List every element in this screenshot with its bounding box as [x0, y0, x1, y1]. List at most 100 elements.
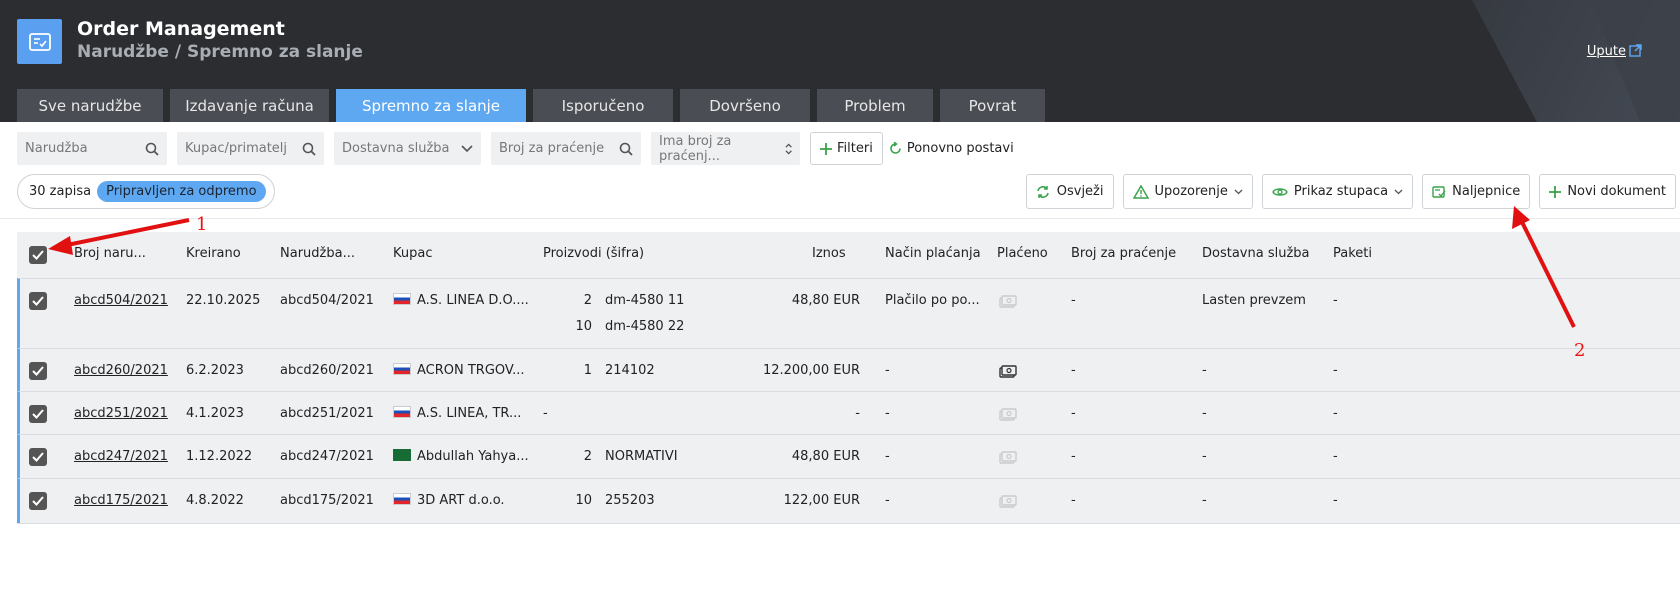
record-count-group: 30 zapisa Pripravljen za odpremo: [17, 174, 275, 209]
product-qty: 1: [583, 363, 592, 378]
col-created[interactable]: Kreirano: [186, 246, 241, 261]
select-all-checkbox[interactable]: [29, 246, 47, 264]
customer-name: ACRON TRGOV...: [417, 363, 525, 378]
filters-button[interactable]: Filteri: [810, 132, 883, 165]
payment-method: Plačilo po po...: [885, 293, 980, 308]
new-document-button[interactable]: Novi dokument: [1539, 174, 1676, 209]
order-reference: abcd251/2021: [280, 406, 374, 421]
has-tracking-label: Ima broj za praćenj...: [659, 133, 732, 164]
order-number-link[interactable]: abcd175/2021: [74, 493, 168, 508]
col-amount[interactable]: Iznos: [812, 246, 846, 261]
col-packages[interactable]: Paketi: [1333, 246, 1372, 261]
order-reference: abcd504/2021: [280, 293, 374, 308]
row-checkbox[interactable]: [29, 448, 47, 466]
packages: -: [1333, 293, 1338, 308]
order-reference: abcd260/2021: [280, 363, 374, 378]
tab-problem[interactable]: Problem: [817, 89, 933, 122]
col-products[interactable]: Proizvodi (šifra): [543, 246, 644, 261]
reset-icon: [890, 142, 901, 154]
filter-bar: Narudžba Kupac/primatelj Dostavna služba…: [17, 132, 1020, 165]
tab-return[interactable]: Povrat: [940, 89, 1045, 122]
delivery-service-select[interactable]: Dostavna služba: [334, 132, 481, 165]
has-tracking-select[interactable]: Ima broj za praćenj...: [651, 132, 800, 165]
warning-button-label: Upozorenje: [1154, 184, 1228, 199]
table-row[interactable]: abcd260/2021 6.2.2023 abcd260/2021 ACRON…: [17, 348, 1680, 391]
divider: [0, 218, 1680, 219]
tab-invoicing[interactable]: Izdavanje računa: [170, 89, 329, 122]
product-qty: 10: [575, 493, 592, 508]
row-checkbox[interactable]: [29, 492, 47, 510]
action-toolbar: Osvježi Upozorenje Prikaz stupaca Naljep…: [1017, 174, 1676, 209]
check-icon: [32, 250, 44, 260]
amount: 48,80 EUR: [791, 293, 860, 308]
app-title: Order Management: [77, 18, 285, 40]
chevron-down-icon: [1394, 189, 1403, 194]
table-row[interactable]: abcd251/2021 4.1.2023 abcd251/2021 A.S. …: [17, 391, 1680, 434]
col-tracking-number[interactable]: Broj za praćenje: [1071, 246, 1176, 261]
annotation-label-2: 2: [1574, 340, 1586, 361]
packages: -: [1333, 363, 1338, 378]
tab-ready-to-ship[interactable]: Spremno za slanje: [336, 89, 526, 122]
warning-dropdown-button[interactable]: Upozorenje: [1122, 174, 1253, 209]
search-icon: [619, 142, 633, 156]
help-link[interactable]: Upute: [1587, 44, 1626, 59]
slovenia-flag-icon: [393, 363, 411, 375]
table-row[interactable]: abcd175/2021 4.8.2022 abcd175/2021 3D AR…: [17, 478, 1680, 523]
refresh-icon: [1036, 185, 1049, 198]
slovenia-flag-icon: [393, 493, 411, 505]
tracking-search-input[interactable]: Broj za praćenje: [491, 132, 641, 165]
warning-icon: [1132, 184, 1149, 199]
external-link-icon[interactable]: [1629, 44, 1642, 57]
order-number-link[interactable]: abcd251/2021: [74, 406, 168, 421]
amount: 12.200,00 EUR: [762, 363, 860, 378]
order-search-input[interactable]: Narudžba: [17, 132, 167, 165]
check-icon: [32, 452, 44, 462]
packages: -: [1333, 449, 1338, 464]
col-paid[interactable]: Plaćeno: [997, 246, 1048, 261]
column-view-dropdown-button[interactable]: Prikaz stupaca: [1261, 174, 1414, 209]
order-number-link[interactable]: abcd504/2021: [74, 293, 168, 308]
customer-search-input[interactable]: Kupac/primatelj: [177, 132, 324, 165]
breadcrumb: Narudžbe / Spremno za slanje: [77, 42, 363, 62]
col-delivery-service[interactable]: Dostavna služba: [1202, 246, 1310, 261]
labels-button[interactable]: Naljepnice: [1422, 174, 1531, 209]
tab-delivered[interactable]: Isporučeno: [533, 89, 673, 122]
slovenia-flag-icon: [393, 293, 411, 305]
order-app-icon: [17, 19, 62, 64]
tab-all-orders[interactable]: Sve narudžbe: [17, 89, 163, 122]
row-checkbox[interactable]: [29, 292, 47, 310]
table-row[interactable]: abcd247/2021 1.12.2022 abcd247/2021 Abdu…: [17, 434, 1680, 478]
col-order-number[interactable]: Broj naru...: [74, 246, 146, 261]
tracking-number: -: [1071, 493, 1076, 508]
created-date: 4.8.2022: [186, 493, 244, 508]
payment-method: -: [885, 493, 890, 508]
tab-completed[interactable]: Dovršeno: [680, 89, 810, 122]
tracking-number: -: [1071, 363, 1076, 378]
row-checkbox[interactable]: [29, 362, 47, 380]
col-payment-method[interactable]: Način plaćanja: [885, 246, 981, 261]
reset-button[interactable]: Ponovno postavi: [883, 132, 1020, 165]
unpaid-money-icon: [999, 295, 1017, 308]
plus-icon: [1549, 185, 1562, 198]
unpaid-money-icon: [999, 408, 1017, 421]
product-qty: 2: [583, 449, 592, 464]
order-number-link[interactable]: abcd260/2021: [74, 363, 168, 378]
customer-cell: 3D ART d.o.o.: [393, 493, 505, 508]
saudi-arabia-flag-icon: [393, 449, 411, 461]
amount: -: [855, 406, 860, 421]
created-date: 4.1.2023: [186, 406, 244, 421]
delivery-service-label: Dostavna služba: [342, 141, 450, 156]
col-customer[interactable]: Kupac: [393, 246, 432, 261]
col-order[interactable]: Narudžba...: [280, 246, 355, 261]
table-row[interactable]: abcd504/2021 22.10.2025 abcd504/2021 A.S…: [17, 278, 1680, 348]
filters-button-label: Filteri: [837, 141, 873, 156]
orders-table: Broj naru... Kreirano Narudžba... Kupac …: [17, 232, 1680, 524]
refresh-button[interactable]: Osvježi: [1025, 174, 1114, 209]
order-number-link[interactable]: abcd247/2021: [74, 449, 168, 464]
product-code: dm-4580 22: [605, 319, 685, 334]
product-qty: 2: [583, 293, 592, 308]
customer-search-placeholder: Kupac/primatelj: [185, 141, 288, 156]
status-filter-pill[interactable]: Pripravljen za odpremo: [97, 181, 266, 202]
row-checkbox[interactable]: [29, 405, 47, 423]
delivery-service: -: [1202, 493, 1207, 508]
